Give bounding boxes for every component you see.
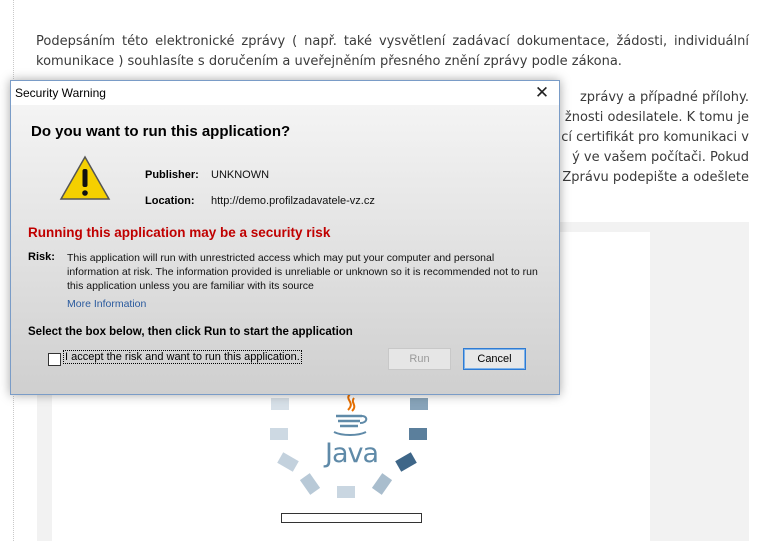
background-line: ý ve vašem počítači. Pokud — [572, 150, 749, 165]
instruction-text: Select the box below, then click Run to … — [28, 326, 353, 338]
dialog-titlebar[interactable]: Security Warning ✕ — [11, 81, 559, 105]
background-paragraph-1: Podepsáním této elektronické zprávy ( na… — [36, 34, 749, 69]
java-logo-text: Java — [325, 438, 379, 469]
cancel-button[interactable]: Cancel — [463, 348, 526, 370]
security-warning-dialog: Security Warning ✕ Do you want to run th… — [10, 80, 560, 395]
dialog-title: Security Warning — [15, 86, 106, 100]
accept-risk-label[interactable]: I accept the risk and want to run this a… — [63, 350, 302, 364]
publisher-label: Publisher: — [145, 169, 199, 181]
close-icon[interactable]: ✕ — [531, 83, 553, 103]
risk-title: Running this application may be a securi… — [28, 225, 331, 240]
accept-risk-checkbox[interactable] — [48, 353, 61, 366]
risk-label: Risk: — [28, 251, 55, 263]
java-cup-icon — [333, 393, 368, 436]
background-line: Zprávu podepište a odešlete — [562, 170, 749, 185]
publisher-value: UNKNOWN — [211, 169, 270, 181]
location-value: http://demo.profilzadavatele-vz.cz — [211, 195, 375, 207]
background-line: zprávy a případné přílohy. — [579, 90, 749, 105]
run-button[interactable]: Run — [388, 348, 451, 370]
background-line: žnosti odesilatele. K tomu je — [564, 110, 749, 125]
warning-icon — [59, 155, 111, 200]
more-information-link[interactable]: More Information — [67, 298, 146, 310]
location-label: Location: — [145, 195, 195, 207]
background-line: cí certifikát pro komunikaci v — [561, 130, 749, 145]
loading-progress-bar — [281, 513, 422, 523]
dialog-body: Do you want to run this application? Pub… — [11, 105, 559, 394]
risk-description: This application will run with unrestric… — [67, 252, 538, 292]
dialog-heading: Do you want to run this application? — [31, 123, 291, 140]
